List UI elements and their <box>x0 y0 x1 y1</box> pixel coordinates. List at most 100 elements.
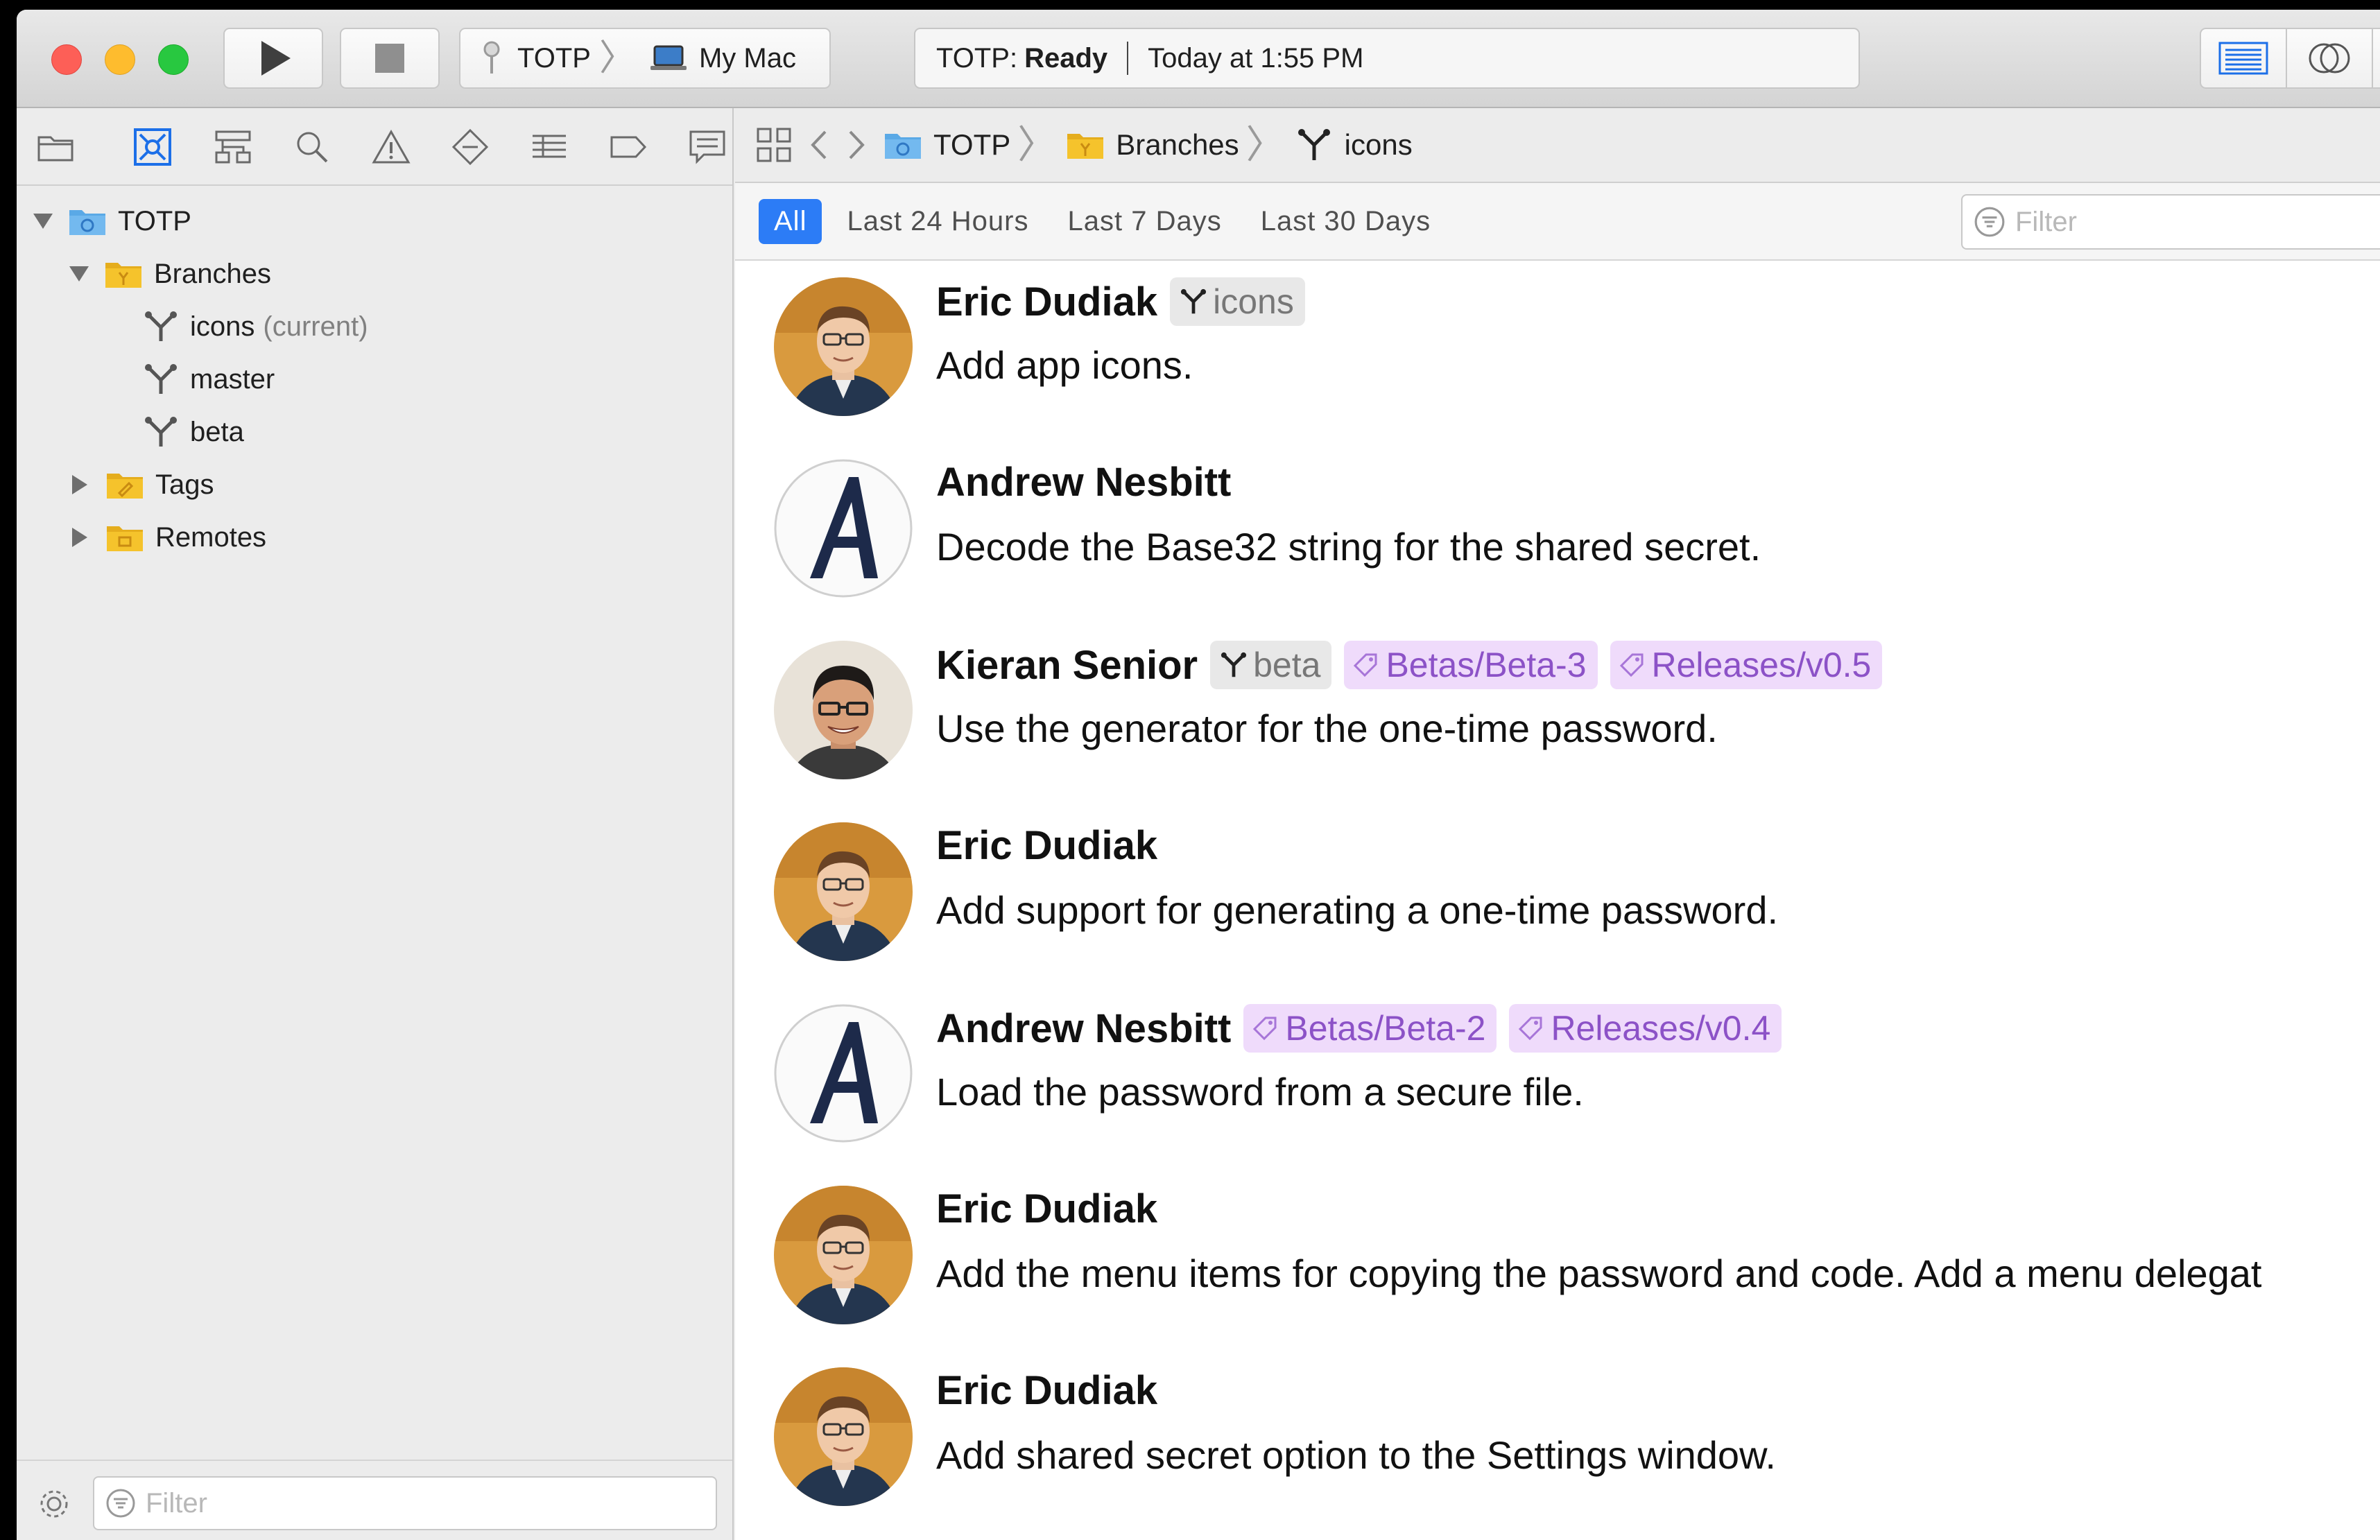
commit-row[interactable]: Eric Dudiak icons Add app icons. <box>735 261 2380 442</box>
standard-editor-icon <box>2218 42 2268 75</box>
commit-list: Eric Dudiak icons Add app icons. Andrew Nes… <box>735 261 2380 1540</box>
assistant-editor-icon <box>2309 43 2350 73</box>
source-control-icon <box>134 128 171 166</box>
commit-header: Andrew Nesbitt Betas/Beta-2 Releases/v0.4 <box>936 1004 1794 1053</box>
breakpoint-navigator-tab[interactable] <box>609 128 648 166</box>
report-navigator-tab[interactable] <box>688 128 727 166</box>
commit-row[interactable]: Andrew Nesbitt Betas/Beta-2 Releases/v0.4 L… <box>735 987 2380 1169</box>
issue-navigator-tab[interactable] <box>372 128 411 166</box>
tag-badge: Betas/Beta-2 <box>1243 1004 1497 1053</box>
tag-icon <box>1519 1016 1542 1041</box>
disclosure-collapsed-icon[interactable] <box>72 475 87 494</box>
breadcrumb-branch[interactable]: icons <box>1295 127 1413 163</box>
chevron-left-icon[interactable] <box>809 128 829 162</box>
commit-message: Use the generator for the one-time passw… <box>936 707 1718 750</box>
commit-row[interactable]: Andrew Nesbitt Decode the Base32 string f… <box>735 442 2380 624</box>
breadcrumb-label: icons <box>1344 128 1413 161</box>
activity-viewer: TOTP: Ready Today at 1:55 PM <box>914 28 1860 89</box>
commit-row[interactable]: Eric Dudiak Add shared secret option to t… <box>735 1351 2380 1532</box>
tags-folder-icon <box>107 474 143 499</box>
test-diamond-icon <box>451 128 489 166</box>
debug-navigator-tab[interactable] <box>530 128 569 166</box>
branch-name: beta <box>190 416 244 447</box>
commit-row[interactable]: Eric Dudiak Add the menu items for copyin… <box>735 1169 2380 1351</box>
breakpoint-icon <box>610 136 647 158</box>
branches-folder-icon <box>1067 134 1104 159</box>
project-navigator-tab[interactable] <box>36 128 75 166</box>
gear-icon[interactable] <box>36 1486 72 1522</box>
find-navigator-tab[interactable] <box>293 128 331 166</box>
assistant-editor-button[interactable] <box>2287 29 2373 87</box>
tree-root-label: TOTP <box>118 205 191 236</box>
tree-branch-beta[interactable]: beta <box>141 408 244 456</box>
tag-icon <box>1354 653 1377 677</box>
related-items-grid-icon[interactable] <box>756 127 792 163</box>
close-window-button[interactable] <box>51 44 82 75</box>
branch-name: master <box>190 363 275 395</box>
tree-remotes-label: Remotes <box>155 521 267 553</box>
breadcrumb-project[interactable]: TOTP <box>883 128 1010 162</box>
tag-icon <box>1253 1016 1277 1041</box>
commit-filter-input[interactable]: Filter <box>1961 194 2380 250</box>
play-icon <box>261 41 291 76</box>
activity-project-label: TOTP: <box>936 42 1018 73</box>
author-name: Kieran Senior <box>936 642 1198 688</box>
breadcrumb-branches[interactable]: Branches <box>1066 128 1239 162</box>
disclosure-collapsed-icon[interactable] <box>72 528 87 547</box>
run-button[interactable] <box>223 28 323 89</box>
disclosure-expanded-icon[interactable] <box>33 214 53 229</box>
branch-icon <box>145 311 177 341</box>
minimize-window-button[interactable] <box>105 44 135 75</box>
author-avatar <box>774 1186 913 1324</box>
author-name: Andrew Nesbitt <box>936 1005 1232 1051</box>
tree-remotes-folder[interactable]: Remotes <box>69 513 266 562</box>
commit-header: Andrew Nesbitt <box>936 459 1243 505</box>
breadcrumb-separator-chevron: 〉 <box>1017 123 1057 166</box>
commit-message: Add shared secret option to the Settings… <box>936 1433 1776 1477</box>
standard-editor-button[interactable] <box>2201 29 2287 87</box>
filter-icon <box>1974 207 2005 237</box>
commit-header: Eric Dudiak <box>936 1367 1170 1414</box>
branch-badge: beta <box>1210 641 1332 689</box>
branch-icon <box>1297 129 1330 160</box>
folder-icon <box>37 136 74 162</box>
toolbar: TOTP 〉 My Mac TOTP: Ready Today at 1:55 … <box>17 10 2380 108</box>
tree-tags-folder[interactable]: Tags <box>69 460 214 509</box>
editor-mode-control <box>2200 28 2380 89</box>
zoom-window-button[interactable] <box>158 44 189 75</box>
navigator-tabs <box>17 108 732 186</box>
tag-badge: Releases/v0.4 <box>1509 1004 1782 1053</box>
author-name: Andrew Nesbitt <box>936 460 1232 505</box>
scheme-selector[interactable]: TOTP 〉 My Mac <box>459 28 831 89</box>
chevron-right-icon[interactable] <box>846 128 867 162</box>
tree-branch-icons[interactable]: icons (current) <box>141 302 368 351</box>
tag-badge-label: Releases/v0.4 <box>1551 1009 1771 1048</box>
scope-all-button[interactable]: All <box>759 198 822 244</box>
project-folder-icon <box>69 210 105 235</box>
tree-tags-label: Tags <box>155 469 214 500</box>
author-avatar <box>774 1004 913 1143</box>
tree-branches-folder[interactable]: Branches <box>69 250 271 298</box>
activity-divider <box>1127 42 1129 75</box>
navigator-filter-input[interactable]: Filter <box>93 1476 717 1530</box>
commit-row[interactable]: Kieran Senior beta Betas/Beta-3 Releases/v0… <box>735 624 2380 806</box>
test-navigator-tab[interactable] <box>451 128 490 166</box>
branch-icon <box>145 417 177 447</box>
stop-button[interactable] <box>340 28 440 89</box>
author-name: Eric Dudiak <box>936 1368 1158 1413</box>
navigator-filter-placeholder: Filter <box>146 1487 207 1519</box>
branch-badge: icons <box>1170 277 1305 326</box>
source-control-navigator-tab[interactable] <box>133 128 172 166</box>
commit-row[interactable]: Eric Dudiak Add support for generating a … <box>735 806 2380 987</box>
scope-last-7-days-button[interactable]: Last 7 Days <box>1067 206 1221 237</box>
branch-icon <box>145 364 177 394</box>
tree-branch-master[interactable]: master <box>141 355 275 404</box>
commit-message: Add support for generating a one-time pa… <box>936 888 1779 932</box>
commit-message: Load the password from a secure file. <box>936 1070 1584 1114</box>
disclosure-expanded-icon[interactable] <box>69 266 89 282</box>
tree-root-project[interactable]: TOTP <box>33 197 191 245</box>
source-control-navigator: TOTP Branches icons (current) master bet… <box>17 108 734 1540</box>
scope-last-30-days-button[interactable]: Last 30 Days <box>1261 206 1431 237</box>
scope-last-24-hours-button[interactable]: Last 24 Hours <box>847 206 1028 237</box>
symbol-navigator-tab[interactable] <box>214 128 252 166</box>
